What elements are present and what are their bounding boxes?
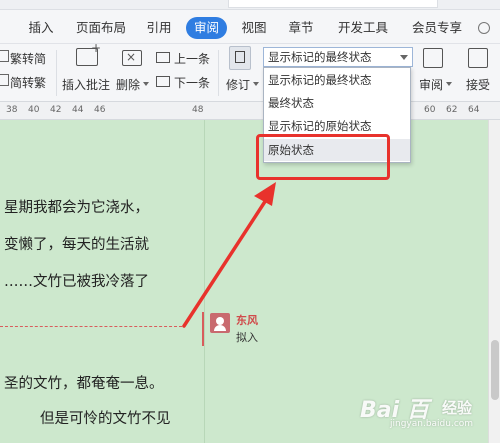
- comment-text[interactable]: 拟入: [236, 329, 258, 345]
- next-comment-icon: [156, 76, 170, 87]
- vertical-scrollbar[interactable]: [488, 120, 500, 443]
- doc-line: 但是可怜的文竹不见: [40, 411, 171, 427]
- review-ribbon: 繁转简 简转繁 + 插入批注 × 删除 上一条 下一条 修订 审阅 接受: [0, 41, 500, 102]
- ruler-tick: 62: [446, 105, 458, 115]
- chevron-down-icon[interactable]: [400, 55, 408, 60]
- comment-anchor-line: [0, 326, 182, 327]
- track-changes-icon[interactable]: [229, 46, 251, 70]
- tab-member[interactable]: 会员专享: [410, 17, 464, 39]
- ruler-tick: 40: [28, 105, 40, 115]
- watermark: Bai 百 经验 jingyan.baidu.com: [360, 392, 485, 432]
- tab-review[interactable]: 审阅: [186, 17, 228, 39]
- help-icon[interactable]: [478, 22, 490, 34]
- ruler-tick: 38: [6, 105, 18, 115]
- highlight-box: [256, 134, 390, 180]
- prev-comment-button[interactable]: 上一条: [174, 50, 210, 67]
- watermark-sub: 经验: [442, 399, 473, 417]
- comment-margin-line: [204, 120, 205, 443]
- avatar: [210, 313, 230, 333]
- trad-to-simp-icon: [0, 50, 9, 62]
- insert-comment-button[interactable]: 插入批注: [62, 76, 110, 93]
- insert-comment-icon[interactable]: +: [76, 41, 101, 66]
- review-pane-button[interactable]: 审阅: [419, 76, 443, 93]
- review-dropdown-icon[interactable]: [446, 82, 452, 86]
- simp-to-trad-icon: [0, 74, 9, 86]
- ribbon-divider: [218, 50, 219, 96]
- markup-display-select[interactable]: 显示标记的最终状态: [263, 47, 413, 67]
- doc-line: 星期我都会为它浇水，: [4, 200, 149, 216]
- scrollbar-thumb[interactable]: [491, 340, 499, 400]
- delete-button[interactable]: 删除: [116, 76, 140, 93]
- delete-dropdown-icon[interactable]: [143, 82, 149, 86]
- simp-to-trad-button[interactable]: 简转繁: [10, 74, 46, 91]
- tab-references[interactable]: 引用: [145, 17, 173, 39]
- next-comment-button[interactable]: 下一条: [174, 74, 210, 91]
- tab-view[interactable]: 视图: [240, 17, 268, 39]
- comment-author: 东风: [236, 314, 258, 327]
- window-top-strip: [0, 0, 500, 10]
- tab-insert[interactable]: 插入: [26, 17, 56, 39]
- ruler-tick: 46: [94, 105, 106, 115]
- option-final[interactable]: 最终状态: [264, 92, 410, 114]
- horizontal-ruler: 38 40 42 44 46 48 60 62 64: [0, 102, 500, 120]
- tab-chapter[interactable]: 章节: [287, 17, 315, 39]
- track-changes-button[interactable]: 修订: [226, 76, 250, 93]
- tab-developer[interactable]: 开发工具: [336, 17, 390, 39]
- doc-line: 圣的文竹，都奄奄一息。: [4, 376, 164, 392]
- document-tab-chip[interactable]: [228, 0, 438, 8]
- ruler-tick: 42: [50, 105, 62, 115]
- accept-button[interactable]: 接受: [466, 76, 490, 93]
- doc-line: 变懒了，每天的生活就: [4, 237, 149, 253]
- trad-to-simp-button[interactable]: 繁转简: [10, 50, 46, 67]
- pencil-doc-icon: [235, 51, 245, 63]
- review-pane-icon[interactable]: [423, 48, 443, 68]
- track-dropdown-icon[interactable]: [253, 82, 259, 86]
- menu-bar: 插入 页面布局 引用 审阅 视图 章节 开发工具 会员专享: [0, 10, 500, 44]
- accept-icon[interactable]: [468, 48, 488, 68]
- comment-marker: [202, 312, 204, 346]
- ruler-tick: 64: [468, 105, 480, 115]
- watermark-url: jingyan.baidu.com: [390, 419, 474, 429]
- ribbon-divider: [56, 50, 57, 96]
- prev-comment-icon: [156, 52, 170, 63]
- tab-page-layout[interactable]: 页面布局: [75, 17, 127, 39]
- delete-comment-icon[interactable]: ×: [122, 50, 142, 66]
- option-final-showing-markup[interactable]: 显示标记的最终状态: [264, 69, 410, 91]
- x-icon: ×: [126, 50, 137, 64]
- ruler-tick: 48: [192, 105, 204, 115]
- markup-display-value: 显示标记的最终状态: [268, 50, 372, 64]
- plus-icon: +: [91, 41, 102, 55]
- ruler-tick: 44: [72, 105, 84, 115]
- ruler-tick: 60: [424, 105, 436, 115]
- doc-line: ……文竹已被我冷落了: [4, 274, 149, 290]
